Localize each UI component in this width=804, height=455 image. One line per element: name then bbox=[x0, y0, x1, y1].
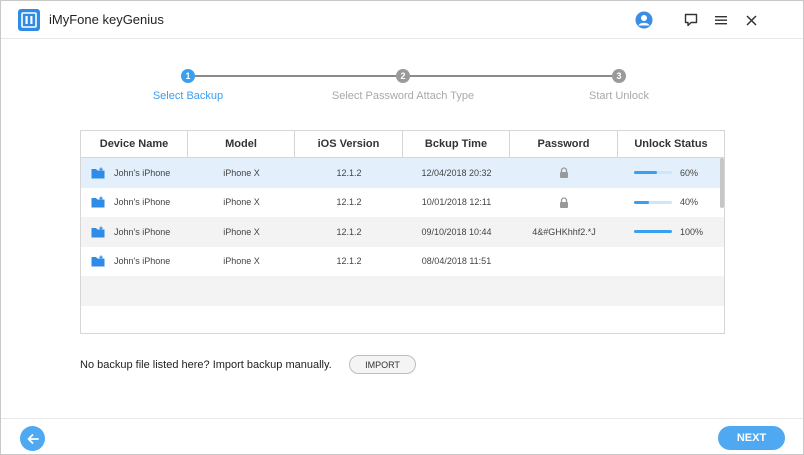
password-cell bbox=[510, 158, 618, 188]
device-name-cell: John's iPhone bbox=[81, 217, 188, 247]
next-button[interactable]: NEXT bbox=[718, 426, 785, 450]
unlock-status-value: 100% bbox=[680, 226, 704, 237]
step-3-label: Start Unlock bbox=[589, 90, 649, 102]
model-cell: iPhone X bbox=[223, 256, 260, 267]
device-name: John's iPhone bbox=[114, 167, 171, 178]
column-header-device-name[interactable]: Device Name bbox=[81, 131, 188, 157]
unlock-status-cell: 60% bbox=[618, 158, 724, 188]
lock-icon bbox=[559, 197, 569, 208]
table-row[interactable]: John's iPhone iPhone X 12.1.2 09/10/2018 10… bbox=[81, 217, 724, 247]
ios-version-cell: 12.1.2 bbox=[336, 256, 362, 267]
step-1-label: Select Backup bbox=[152, 90, 224, 102]
unlock-progress-bar bbox=[634, 171, 672, 175]
user-icon[interactable] bbox=[634, 10, 654, 30]
step-connector bbox=[194, 75, 397, 77]
column-header-ios-version[interactable]: iOS Version bbox=[295, 131, 403, 157]
step-connector bbox=[409, 75, 612, 77]
unlock-status-value: 60% bbox=[680, 167, 699, 178]
unlock-status-cell: 100% bbox=[618, 217, 724, 247]
title-bar: iMyFone keyGenius bbox=[1, 1, 803, 39]
device-name-cell: John's iPhone bbox=[81, 158, 188, 188]
table-header: Device Name Model iOS Version Bckup Time… bbox=[81, 131, 724, 158]
device-name: John's iPhone bbox=[114, 197, 171, 208]
feedback-icon[interactable] bbox=[681, 10, 701, 30]
menu-icon[interactable] bbox=[711, 10, 731, 30]
lock-icon bbox=[559, 167, 569, 179]
ios-version-cell: 12.1.2 bbox=[336, 167, 362, 178]
step-2-marker: 2 bbox=[396, 69, 410, 83]
device-name-cell: John's iPhone bbox=[81, 188, 188, 218]
step-3-marker: 3 bbox=[612, 69, 626, 83]
device-name-cell: John's iPhone bbox=[81, 247, 188, 277]
password-value: 4&#GHKhhf2.*J bbox=[532, 226, 596, 237]
progress-steps: 1 2 3 Select Backup Select Password Atta… bbox=[1, 61, 803, 111]
table-row[interactable]: John's iPhone iPhone X 12.1.2 08/04/2018 11… bbox=[81, 247, 724, 277]
arrow-left-icon bbox=[27, 433, 39, 444]
column-header-backup-time[interactable]: Bckup Time bbox=[403, 131, 510, 157]
backup-time-cell: 08/04/2018 11:51 bbox=[421, 256, 492, 267]
app-window: iMyFone keyGenius 1 2 3 Select Backup Se… bbox=[0, 0, 804, 455]
folder-icon bbox=[91, 255, 105, 267]
model-cell: iPhone X bbox=[223, 197, 260, 208]
table-row[interactable]: John's iPhone iPhone X 12.1.2 12/04/2018 20… bbox=[81, 158, 724, 188]
backup-time-cell: 09/10/2018 10:44 bbox=[421, 226, 492, 237]
unlock-progress-bar bbox=[634, 200, 672, 204]
password-cell: 4&#GHKhhf2.*J bbox=[510, 217, 618, 247]
unlock-status-value: 40% bbox=[680, 197, 699, 208]
unlock-status-cell bbox=[618, 247, 724, 277]
column-header-password[interactable]: Password bbox=[510, 131, 618, 157]
backup-time-cell: 10/01/2018 12:11 bbox=[421, 197, 492, 208]
password-cell bbox=[510, 247, 618, 277]
keygenius-logo-icon bbox=[18, 9, 40, 31]
back-button[interactable] bbox=[20, 426, 45, 451]
unlock-status-cell: 40% bbox=[618, 188, 724, 218]
table-body: John's iPhone iPhone X 12.1.2 12/04/2018 20… bbox=[81, 158, 724, 276]
footer-bar: NEXT bbox=[1, 418, 803, 454]
ios-version-cell: 12.1.2 bbox=[336, 226, 362, 237]
step-1-marker: 1 bbox=[181, 69, 195, 83]
app-title: iMyFone keyGenius bbox=[49, 12, 164, 27]
import-button[interactable]: IMPORT bbox=[349, 355, 416, 374]
backup-table: Device Name Model iOS Version Bckup Time… bbox=[80, 130, 725, 334]
folder-icon bbox=[91, 226, 105, 238]
table-row[interactable]: John's iPhone iPhone X 12.1.2 10/01/2018 12… bbox=[81, 188, 724, 218]
close-icon[interactable] bbox=[741, 10, 761, 30]
folder-icon bbox=[91, 196, 105, 208]
model-cell: iPhone X bbox=[223, 226, 260, 237]
empty-table-row bbox=[81, 276, 724, 306]
folder-icon bbox=[91, 167, 105, 179]
import-hint-text: No backup file listed here? Import backu… bbox=[80, 359, 332, 371]
unlock-progress-bar bbox=[634, 230, 672, 234]
device-name: John's iPhone bbox=[114, 226, 171, 237]
column-header-unlock-status[interactable]: Unlock Status bbox=[618, 131, 724, 157]
backup-time-cell: 12/04/2018 20:32 bbox=[421, 167, 492, 178]
password-cell bbox=[510, 188, 618, 218]
column-header-model[interactable]: Model bbox=[188, 131, 295, 157]
device-name: John's iPhone bbox=[114, 256, 171, 267]
ios-version-cell: 12.1.2 bbox=[336, 197, 362, 208]
model-cell: iPhone X bbox=[223, 167, 260, 178]
step-2-label: Select Password Attach Type bbox=[331, 90, 475, 102]
table-scrollbar[interactable] bbox=[720, 158, 724, 208]
